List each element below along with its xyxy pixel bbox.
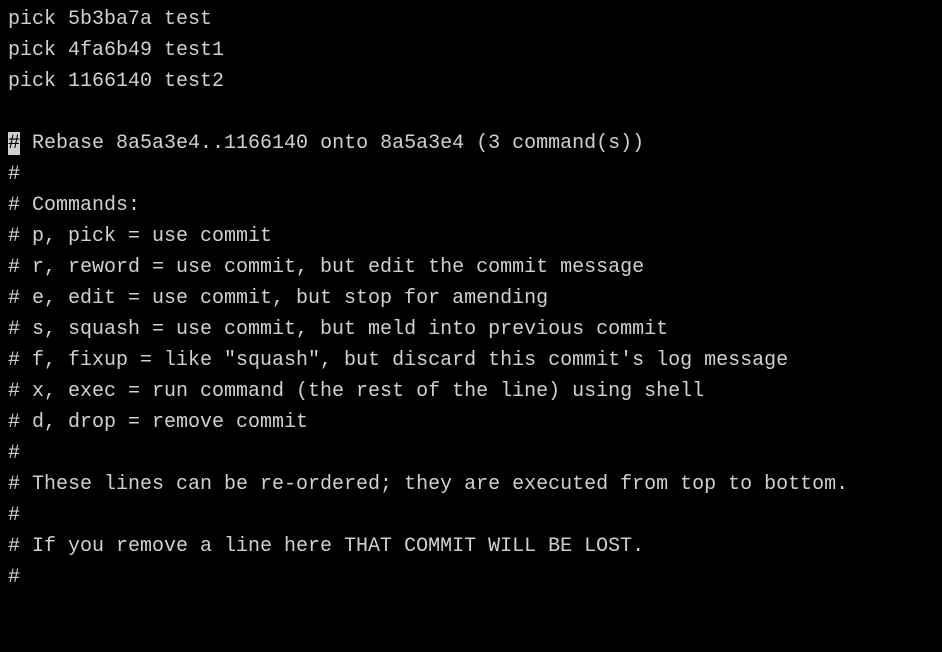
editor-line-text: #	[8, 163, 20, 186]
editor-line-text: # If you remove a line here THAT COMMIT …	[8, 535, 644, 558]
editor-line[interactable]: # p, pick = use commit	[8, 221, 934, 252]
editor-line-text: pick 5b3ba7a test	[8, 8, 212, 31]
editor-line-text: #	[8, 504, 20, 527]
editor-line[interactable]: #	[8, 500, 934, 531]
editor-line[interactable]	[8, 97, 934, 128]
editor-line-text: # s, squash = use commit, but meld into …	[8, 318, 668, 341]
editor-line-text: # r, reword = use commit, but edit the c…	[8, 256, 644, 279]
editor-line-text: pick 1166140 test2	[8, 70, 224, 93]
editor-line-text: pick 4fa6b49 test1	[8, 39, 224, 62]
editor-line-text: # f, fixup = like "squash", but discard …	[8, 349, 788, 372]
editor-line[interactable]: # f, fixup = like "squash", but discard …	[8, 345, 934, 376]
editor-line[interactable]: #	[8, 159, 934, 190]
editor-line[interactable]: #	[8, 438, 934, 469]
editor-line-text: # Commands:	[8, 194, 140, 217]
editor-line-text: # These lines can be re-ordered; they ar…	[8, 473, 848, 496]
editor-line-text: # p, pick = use commit	[8, 225, 272, 248]
editor-line-text	[8, 101, 20, 124]
editor-line[interactable]: # d, drop = remove commit	[8, 407, 934, 438]
editor-line-text: Rebase 8a5a3e4..1166140 onto 8a5a3e4 (3 …	[20, 132, 644, 155]
editor-line[interactable]: pick 1166140 test2	[8, 66, 934, 97]
cursor-highlight: #	[8, 132, 20, 155]
editor-line[interactable]: #	[8, 562, 934, 593]
editor-line-text: #	[8, 442, 20, 465]
git-rebase-todo-editor[interactable]: pick 5b3ba7a test pick 4fa6b49 test1 pick …	[8, 4, 934, 593]
editor-line[interactable]: pick 5b3ba7a test	[8, 4, 934, 35]
editor-line[interactable]: # Commands:	[8, 190, 934, 221]
editor-line[interactable]: # Rebase 8a5a3e4..1166140 onto 8a5a3e4 (…	[8, 128, 934, 159]
editor-line[interactable]: # If you remove a line here THAT COMMIT …	[8, 531, 934, 562]
editor-line[interactable]: # These lines can be re-ordered; they ar…	[8, 469, 934, 500]
editor-line-text: #	[8, 566, 20, 589]
editor-line-text: # e, edit = use commit, but stop for ame…	[8, 287, 548, 310]
editor-line[interactable]: # x, exec = run command (the rest of the…	[8, 376, 934, 407]
editor-line[interactable]: pick 4fa6b49 test1	[8, 35, 934, 66]
editor-line[interactable]: # s, squash = use commit, but meld into …	[8, 314, 934, 345]
editor-line-text: # d, drop = remove commit	[8, 411, 308, 434]
editor-line-text: # x, exec = run command (the rest of the…	[8, 380, 704, 403]
editor-line[interactable]: # r, reword = use commit, but edit the c…	[8, 252, 934, 283]
editor-line[interactable]: # e, edit = use commit, but stop for ame…	[8, 283, 934, 314]
